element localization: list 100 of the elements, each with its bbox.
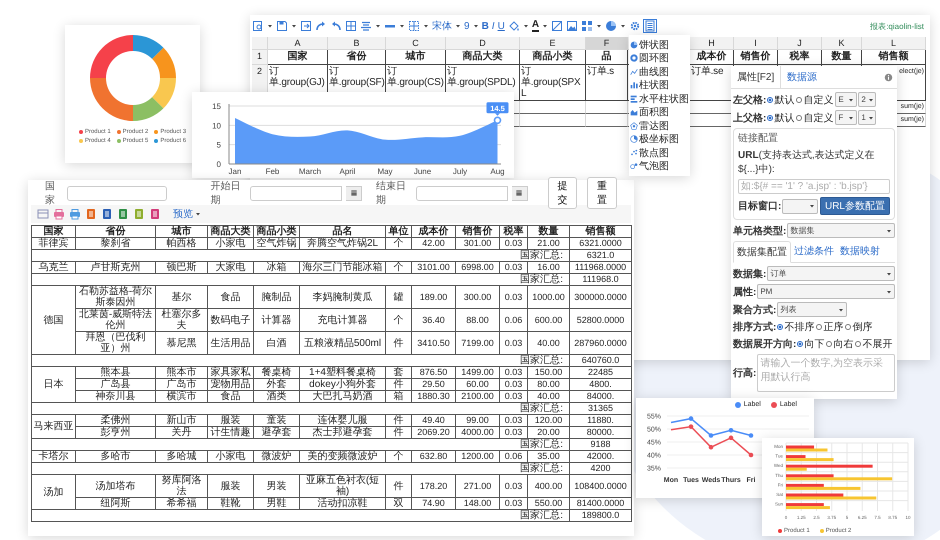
select-field[interactable]: PM (757, 284, 895, 299)
radio-button[interactable] (796, 96, 802, 102)
date-field[interactable] (416, 186, 508, 200)
grid-icon[interactable] (581, 20, 594, 32)
slides-icon[interactable] (149, 208, 161, 220)
menu-item[interactable]: 气泡图 (629, 160, 690, 173)
menu-item[interactable]: 水平柱状图 (629, 92, 690, 106)
table-cell: 希希福 (156, 498, 208, 510)
table-cell: 黎刹省 (76, 238, 156, 250)
column-header[interactable]: J (778, 37, 822, 50)
text-field[interactable] (66, 186, 167, 200)
calendar-button[interactable] (346, 186, 362, 200)
sheet-icon[interactable] (644, 20, 656, 32)
preview-menu[interactable]: 预览 (173, 207, 201, 221)
paint-bucket-icon[interactable] (508, 20, 520, 32)
menu-item[interactable]: 柱状图 (629, 78, 690, 92)
tab[interactable]: 数据源 (781, 66, 824, 88)
caret-icon (848, 96, 854, 102)
column-header[interactable]: E (520, 37, 586, 50)
column-header: 城市 (156, 226, 208, 238)
table-cell: 6998.00 (456, 262, 500, 274)
column-header[interactable]: D (446, 37, 520, 50)
font-size-select[interactable]: 9 (464, 20, 470, 32)
layout-icon[interactable] (37, 208, 49, 220)
form-button[interactable]: 重置 (587, 177, 618, 209)
select-field[interactable]: 列表 (777, 302, 848, 317)
font-color-button[interactable]: A (532, 20, 540, 32)
select-field[interactable]: F (835, 110, 858, 125)
form-button[interactable]: 提交 (548, 177, 578, 209)
select-field[interactable]: 数据集 (787, 223, 895, 238)
border-icon[interactable] (408, 20, 420, 32)
tab[interactable]: 数据集配置 (733, 241, 791, 263)
select-field[interactable]: 1 (858, 110, 876, 125)
settings-icon[interactable] (629, 20, 642, 32)
merge-cells-icon[interactable] (345, 20, 357, 32)
undo-icon[interactable] (330, 20, 342, 32)
table-cell: 活动扣凉鞋 (300, 498, 386, 510)
axis-label: April (340, 167, 356, 176)
calendar-button[interactable] (512, 186, 528, 200)
select-field[interactable]: 订单 (767, 266, 895, 281)
select-field[interactable]: 2 (858, 92, 876, 107)
radio-button[interactable] (855, 341, 862, 347)
column-header[interactable]: B (328, 37, 386, 50)
column-header[interactable]: L (862, 37, 926, 50)
table-cell: 广岛县 (76, 378, 156, 390)
table-cell: 640760.0 (570, 354, 632, 366)
select-field[interactable] (782, 198, 818, 214)
column-header[interactable]: H (690, 37, 734, 50)
tab[interactable]: 数据映射 (837, 241, 883, 262)
column-header[interactable]: I (734, 37, 778, 50)
radio-button[interactable] (797, 341, 804, 347)
menu-item[interactable]: 曲线图 (629, 65, 690, 78)
redo-icon[interactable] (315, 20, 327, 32)
tab[interactable]: 过滤条件 (791, 241, 837, 262)
menu-item[interactable]: 散点图 (629, 146, 690, 160)
save-icon[interactable] (276, 20, 288, 32)
export-icon[interactable] (300, 20, 312, 32)
tab[interactable]: 属性[F2] (731, 66, 782, 88)
table-cell: 亚麻五色衬衣(短袖) (300, 474, 386, 498)
table-cell: 21.00 (528, 238, 570, 250)
column-header[interactable]: F (586, 37, 628, 50)
underline-button[interactable]: U (498, 20, 505, 32)
bar-chart-icon (630, 81, 638, 90)
date-field[interactable] (250, 186, 342, 200)
url-params-button[interactable]: URL参数配置 (820, 197, 890, 215)
align-icon[interactable] (360, 20, 372, 32)
select-field[interactable]: E (835, 92, 858, 107)
font-select[interactable]: 宋体 (432, 19, 452, 33)
radio-button[interactable] (796, 114, 802, 120)
image-icon[interactable] (551, 20, 564, 32)
column-header[interactable]: A (268, 37, 328, 50)
picture-icon[interactable] (566, 20, 578, 32)
printer-icon[interactable] (69, 208, 81, 220)
menu-item[interactable]: 饼状图 (629, 38, 690, 52)
radio-button[interactable] (767, 96, 774, 102)
row-height-field[interactable]: 请输入一个数字,为空表示采用默认行高 (757, 354, 895, 392)
bold-button[interactable]: B (482, 20, 489, 32)
preview-icon[interactable] (252, 20, 264, 32)
radio-button[interactable] (845, 324, 852, 330)
radio-button[interactable] (816, 324, 822, 330)
menu-item[interactable]: 圆环图 (629, 52, 690, 65)
italic-button[interactable]: I (492, 20, 495, 32)
radio-button[interactable] (777, 324, 784, 330)
menu-item[interactable]: 雷达图 (629, 119, 690, 132)
column-header[interactable]: K (822, 37, 862, 50)
printer-icon[interactable] (53, 208, 65, 220)
url-field[interactable]: 如:${# == '1' ? 'a.jsp' : 'b.jsp'} (738, 179, 890, 194)
group-title: 链接配置 (738, 132, 779, 145)
menu-item[interactable]: 极坐标图 (629, 132, 690, 146)
pdf-icon[interactable] (85, 208, 97, 220)
radio-button[interactable] (767, 114, 774, 120)
radio-button[interactable] (826, 341, 832, 347)
chart-icon[interactable] (605, 20, 618, 32)
column-header[interactable]: C (386, 37, 446, 50)
spreadsheet-icon[interactable] (133, 208, 145, 220)
document-icon[interactable] (101, 208, 113, 220)
menu-item[interactable]: 面积图 (629, 106, 690, 119)
column-header: 销售价 (456, 226, 500, 238)
spreadsheet-icon[interactable] (117, 208, 129, 220)
info-icon[interactable] (884, 72, 893, 82)
